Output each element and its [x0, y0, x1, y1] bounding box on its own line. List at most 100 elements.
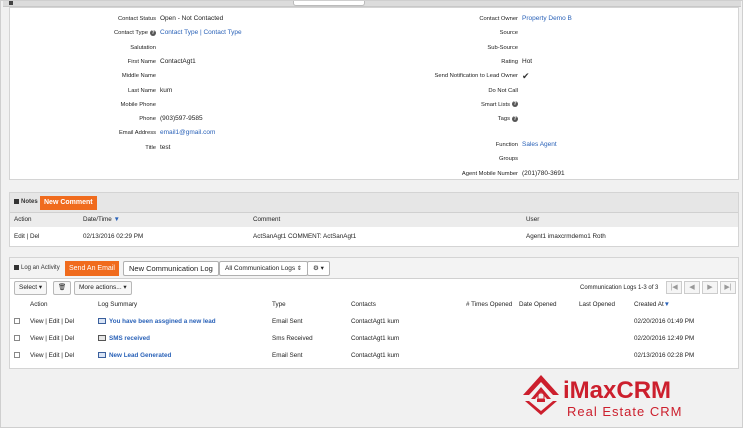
notes-title: Notes	[14, 199, 38, 205]
envelope-icon	[98, 352, 106, 358]
log-header: Log an Activity Send An Email New Commun…	[10, 258, 738, 279]
field-label-source: Source	[499, 30, 518, 37]
col-comment: Comment	[253, 216, 281, 223]
pager-button-3[interactable]: ▶|	[720, 281, 736, 294]
help-icon[interactable]: ?	[150, 29, 156, 36]
log-summary[interactable]: New Lead Generated	[98, 351, 171, 361]
col-type: Type	[272, 301, 286, 308]
field-value-title: test	[160, 143, 171, 151]
log-created-at: 02/20/2016 01:49 PM	[634, 318, 695, 325]
col-contacts: Contacts	[351, 301, 376, 308]
collapse-icon[interactable]	[14, 265, 19, 270]
pager-button-0[interactable]: |◀	[666, 281, 682, 294]
field-value-contact-status: Open - Not Contacted	[160, 15, 224, 22]
app-frame: Contact Status Open - Not Contacted Contac…	[0, 0, 743, 428]
field-value-contact-owner[interactable]: Property Demo B	[522, 14, 572, 24]
log-type: Sms Received	[272, 335, 313, 342]
log-created-at: 02/13/2016 02:28 PM	[634, 352, 695, 359]
notes-header: Notes New Comment	[10, 193, 738, 213]
col-action: Action	[14, 216, 32, 223]
logo-wordmark: iMaxCRM	[563, 377, 672, 404]
pager-button-1[interactable]: ◀	[684, 281, 700, 294]
field-value-agent-mobile-number: (201)780-3691	[522, 169, 565, 177]
help-icon[interactable]: ?	[512, 101, 518, 108]
top-tab[interactable]	[293, 1, 365, 6]
view-edit-del-links[interactable]: View | Edit | Del	[30, 317, 74, 327]
log-title: Log an Activity	[14, 265, 60, 271]
contact-link[interactable]: ContactAgt1 kum	[351, 334, 399, 344]
send-email-button[interactable]: Send An Email	[65, 261, 119, 276]
collapse-icon[interactable]	[9, 1, 13, 5]
view-edit-del-links[interactable]: View | Edit | Del	[30, 351, 74, 361]
logo-tagline: Real Estate CRM	[567, 404, 683, 419]
field-value-first-name: ContactAgt1	[160, 57, 196, 65]
brand-logo: iMaxCRM Real Estate CRM	[521, 373, 721, 423]
table-row: View | Edit | Del New Lead Generated Email…	[10, 350, 738, 364]
field-label-first-name: First Name	[127, 58, 156, 65]
field-label-send-notification-to-lead-owner: Send Notification to Lead Owner	[434, 73, 518, 80]
field-value-function[interactable]: Sales Agent	[522, 140, 557, 150]
log-activity-panel: Log an Activity Send An Email New Commun…	[9, 257, 739, 369]
field-label-agent-mobile-number: Agent Mobile Number	[461, 170, 518, 177]
field-label-contact-status: Contact Status	[117, 16, 156, 22]
checkmark-icon: ✔	[522, 71, 530, 82]
note-datetime: 02/13/2016 02:29 PM	[83, 233, 144, 240]
contact-details-panel: Contact Status Open - Not Contacted Contac…	[9, 7, 739, 180]
log-column-header: Action Log Summary Type Contacts # Times…	[10, 299, 738, 311]
log-created-at: 02/20/2016 12:49 PM	[634, 335, 695, 342]
help-icon[interactable]: ?	[512, 115, 518, 122]
col-last-opened: Last Opened	[579, 301, 616, 308]
col-date-opened: Date Opened	[519, 301, 557, 308]
field-value-last-name: kum	[160, 86, 173, 94]
col-datetime[interactable]: Date/Time ▼	[83, 215, 120, 225]
envelope-icon	[98, 318, 106, 324]
col-action: Action	[30, 301, 48, 308]
field-label-email-address: Email Address	[118, 130, 156, 137]
row-checkbox[interactable]	[14, 335, 20, 341]
view-edit-del-links[interactable]: View | Edit | Del	[30, 334, 74, 344]
field-label-contact-type: Contact Type?	[113, 29, 156, 37]
field-label-do-not-call: Do Not Call	[488, 87, 518, 94]
sort-arrow-icon[interactable]: ▼	[664, 301, 670, 308]
col-user: User	[526, 216, 540, 223]
field-label-mobile-phone: Mobile Phone	[120, 101, 156, 108]
row-checkbox[interactable]	[14, 318, 20, 324]
contact-link[interactable]: ContactAgt1 kum	[351, 351, 399, 361]
field-value-contact-type[interactable]: Contact Type | Contact Type	[160, 28, 242, 38]
sort-arrow-icon[interactable]: ▼	[114, 216, 120, 223]
select-dropdown[interactable]: Select ▾	[14, 281, 48, 295]
field-label-groups: Groups	[498, 156, 518, 163]
note-user-link[interactable]: Agent1 imaxcrmdemo1 Roth	[526, 232, 606, 242]
row-checkbox[interactable]	[14, 352, 20, 358]
field-value-phone: (903)597-9585	[160, 115, 203, 123]
new-comment-button[interactable]: New Comment	[40, 196, 97, 210]
log-filter-select[interactable]: All Communication Logs ⇕	[219, 261, 308, 276]
contact-link[interactable]: ContactAgt1 kum	[351, 317, 399, 327]
notes-panel: Notes New Comment Action Date/Time ▼ Com…	[9, 192, 739, 247]
log-summary[interactable]: You have been assgined a new lead	[98, 317, 216, 327]
field-label-smart-lists: Smart Lists?	[481, 101, 518, 108]
gear-dropdown-button[interactable]: ⚙ ▾	[307, 261, 330, 276]
field-label-sub-source: Sub-Source	[487, 44, 518, 51]
field-label-last-name: Last Name	[127, 87, 156, 94]
col-times-opened: # Times Opened	[466, 301, 513, 308]
field-label-tags: Tags?	[497, 115, 518, 123]
trash-icon[interactable]: 🗑	[53, 281, 72, 295]
col-log-summary: Log Summary	[98, 301, 138, 308]
field-value-email-address[interactable]: email1@gmail.com	[160, 128, 215, 138]
more-actions-dropdown[interactable]: More actions... ▾	[74, 281, 132, 295]
field-label-phone: Phone	[139, 116, 156, 123]
field-label-title: Title	[145, 144, 156, 151]
field-label-rating: Rating	[501, 58, 518, 65]
collapse-icon[interactable]	[14, 199, 19, 204]
col-created-at[interactable]: Created At▼	[634, 300, 670, 310]
table-row: Edit | Del 02/13/2016 02:29 PM ActSanAgt1 …	[10, 231, 738, 243]
field-value-rating: Hot	[522, 57, 533, 65]
field-label-middle-name: Middle Name	[121, 73, 156, 80]
pager-button-2[interactable]: ▶	[702, 281, 718, 294]
note-comment: ActSanAgt1 COMMENT: ActSanAgt1	[253, 233, 357, 240]
new-communication-log-button[interactable]: New Communication Log	[123, 261, 219, 276]
logo-mark-icon	[523, 375, 559, 415]
edit-del-links[interactable]: Edit | Del	[14, 232, 39, 242]
log-summary[interactable]: SMS received	[98, 334, 150, 344]
